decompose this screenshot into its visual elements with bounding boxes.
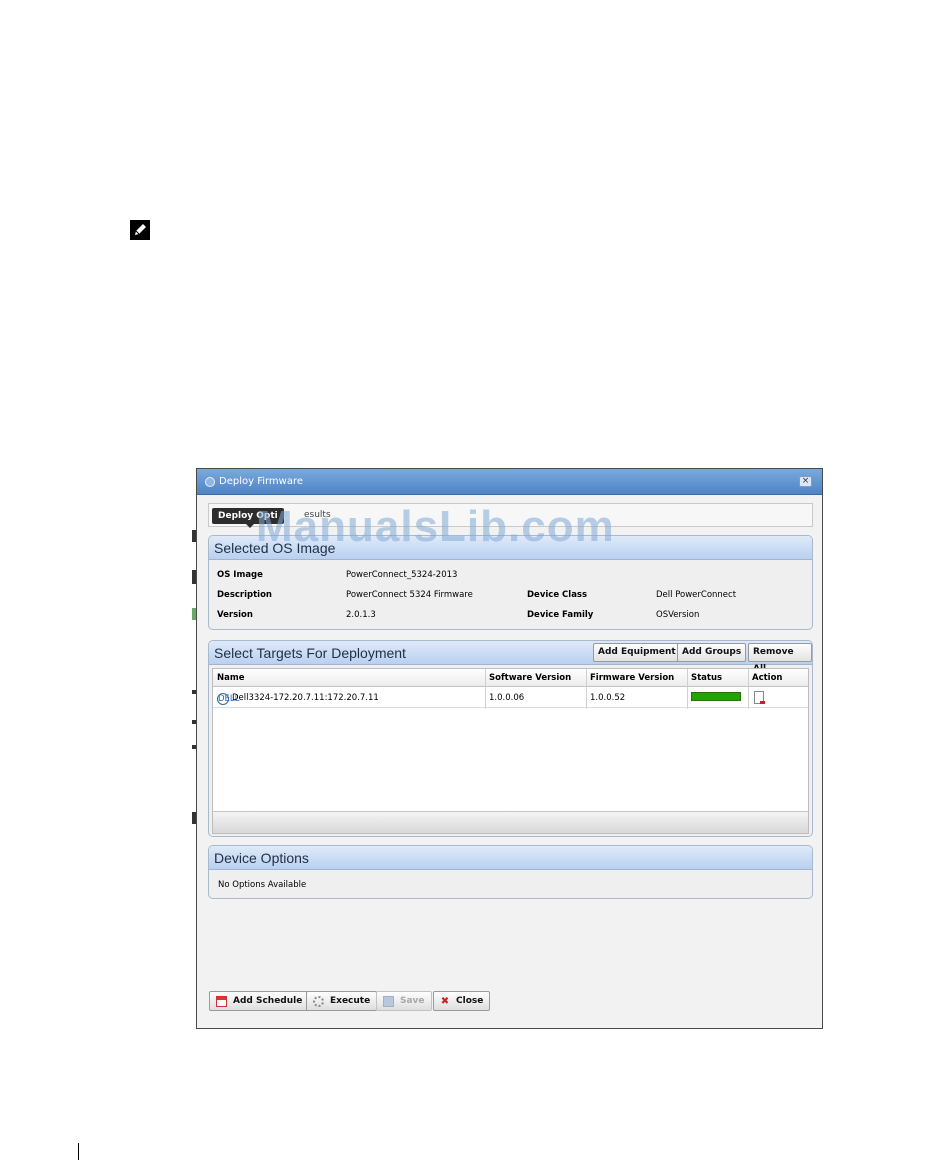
add-groups-button[interactable]: Add Groups <box>677 643 747 662</box>
targets-table: Name Software Version Firmware Version S… <box>212 668 809 834</box>
watermark: ManualsLib.com <box>256 502 615 551</box>
column-header-name[interactable]: Name <box>217 673 244 683</box>
calendar-icon <box>216 995 227 1007</box>
table-row[interactable]: DELL Dell3324-172.20.7.11:172.20.7.11 1.… <box>213 687 808 708</box>
execute-button[interactable]: Execute <box>306 991 378 1011</box>
table-footer <box>213 811 808 833</box>
window-title: Deploy Firmware <box>219 476 304 487</box>
window-icon <box>205 476 215 487</box>
panel-title: Device Options <box>209 846 812 870</box>
os-image-value: PowerConnect_5324-2013 <box>346 570 458 580</box>
row-name: Dell3324-172.20.7.11:172.20.7.11 <box>232 693 379 703</box>
version-value: 2.0.1.3 <box>346 610 376 620</box>
device-class-value: Dell PowerConnect <box>656 590 737 600</box>
column-header-status[interactable]: Status <box>691 673 722 683</box>
close-x-icon: ✖ <box>440 995 450 1007</box>
execute-label: Execute <box>330 996 371 1006</box>
description-label: Description <box>217 590 272 600</box>
dell-device-icon: DELL <box>217 693 240 705</box>
remove-all-button[interactable]: Remove All <box>748 643 812 674</box>
device-family-label: Device Family <box>527 610 594 620</box>
add-schedule-button[interactable]: Add Schedule <box>209 991 310 1011</box>
add-schedule-label: Add Schedule <box>233 996 303 1006</box>
version-label: Version <box>217 610 253 620</box>
column-header-software-version[interactable]: Software Version <box>489 673 571 683</box>
device-options-panel: Device Options No Options Available <box>208 845 813 899</box>
window-close-icon[interactable]: × <box>799 476 812 487</box>
no-options-message: No Options Available <box>218 880 307 890</box>
close-button[interactable]: ✖ Close <box>433 991 491 1011</box>
column-header-firmware-version[interactable]: Firmware Version <box>590 673 674 683</box>
window-titlebar: Deploy Firmware × <box>197 469 822 495</box>
device-family-value: OSVersion <box>656 610 700 620</box>
column-header-action[interactable]: Action <box>752 673 783 683</box>
row-firmware-version: 1.0.0.52 <box>590 693 626 703</box>
os-image-label: OS Image <box>217 570 263 580</box>
deploy-firmware-window: Deploy Firmware × Deploy Opti esults Sel… <box>196 468 823 1029</box>
page-margin-rule <box>78 1143 79 1160</box>
row-software-version: 1.0.0.06 <box>489 693 525 703</box>
targets-title: Select Targets For Deployment <box>214 645 406 661</box>
status-progress-bar <box>691 692 741 701</box>
gear-icon <box>313 995 324 1007</box>
floppy-disk-icon <box>383 995 394 1007</box>
panel-title: Select Targets For Deployment Add Equipm… <box>209 641 812 674</box>
save-button[interactable]: Save <box>376 991 432 1011</box>
device-class-label: Device Class <box>527 590 588 600</box>
add-equipment-button[interactable]: Add Equipment <box>593 643 681 662</box>
delete-document-icon[interactable] <box>754 691 765 704</box>
save-label: Save <box>400 996 425 1006</box>
note-pencil-icon <box>130 220 150 240</box>
description-value: PowerConnect 5324 Firmware <box>346 590 473 600</box>
close-label: Close <box>456 996 484 1006</box>
select-targets-panel: Select Targets For Deployment Add Equipm… <box>208 640 813 837</box>
table-header: Name Software Version Firmware Version S… <box>213 669 808 687</box>
